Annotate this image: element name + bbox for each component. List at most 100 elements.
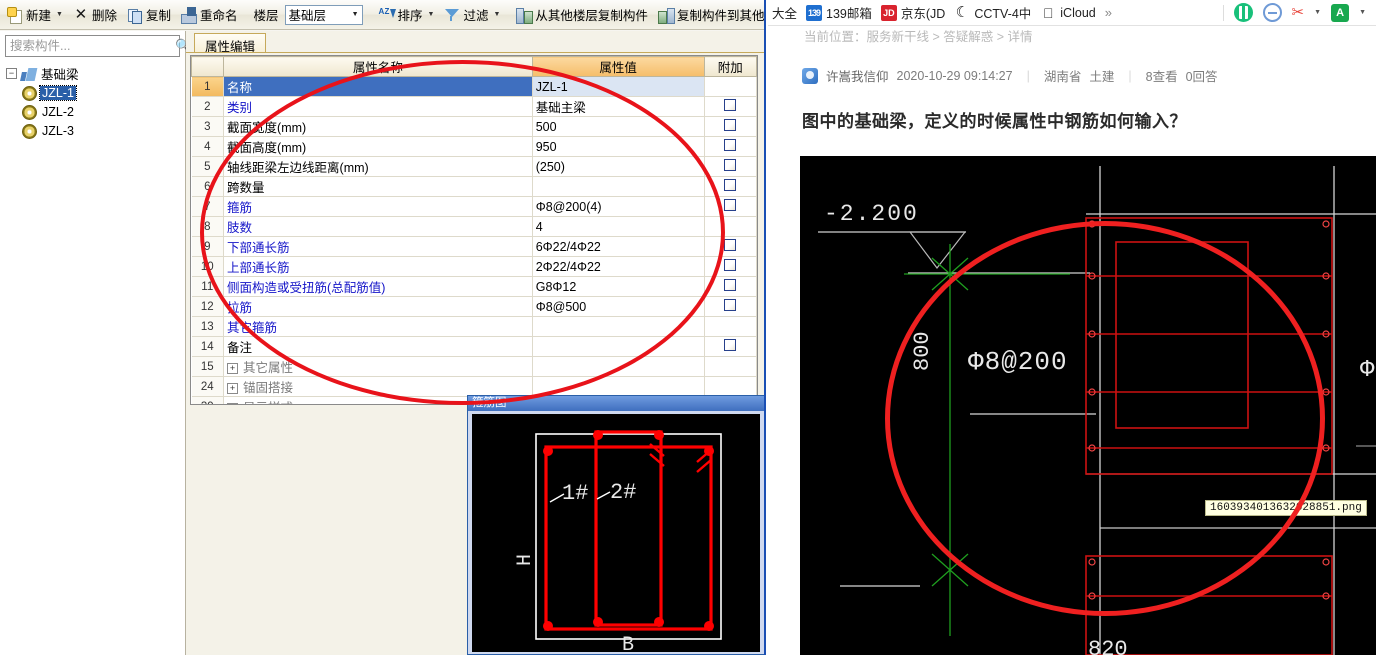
table-row[interactable]: 15 + 其它属性 bbox=[191, 356, 757, 377]
avatar[interactable] bbox=[802, 67, 818, 84]
attach-checkbox[interactable] bbox=[724, 279, 737, 291]
table-row[interactable]: 7 箍筋 Φ8@200(4) bbox=[191, 196, 757, 217]
bookmark-jd[interactable]: JD 京东(JD bbox=[880, 3, 945, 22]
copy-from-other-floor-button[interactable]: 从其他楼层复制构件 bbox=[511, 3, 653, 27]
collapse-icon[interactable]: − bbox=[6, 68, 17, 79]
table-row[interactable]: 14 备注 bbox=[191, 336, 757, 357]
table-row[interactable]: 12 拉筋 Φ8@500 bbox=[191, 296, 757, 317]
new-button[interactable]: 新建 ▼ bbox=[2, 3, 68, 27]
column-header-value[interactable]: 属性值 bbox=[531, 56, 705, 77]
search-box[interactable]: 🔍 bbox=[5, 35, 191, 57]
attach-cell[interactable] bbox=[704, 316, 757, 337]
floor-selector[interactable]: 楼层 基础层 ▼ bbox=[249, 3, 368, 27]
table-row[interactable]: 6 跨数量 bbox=[191, 176, 757, 197]
bookmark-icloud[interactable]:  iCloud bbox=[1040, 5, 1096, 21]
tree-item-jzl-2[interactable]: JZL-2 bbox=[6, 102, 185, 121]
property-value-cell[interactable]: 4 bbox=[532, 216, 705, 237]
property-value-cell[interactable] bbox=[532, 376, 705, 397]
floor-dropdown[interactable]: 基础层 ▼ bbox=[284, 4, 363, 25]
tree-item-jzl-1[interactable]: JZL-1 bbox=[6, 83, 185, 102]
attach-cell[interactable] bbox=[704, 76, 757, 97]
screenshot-scissors-icon[interactable]: ✂ bbox=[1292, 3, 1305, 22]
property-grid-container[interactable]: 属性名称 属性值 附加 1 名称 JZL-1 2 类别 基础主梁 3 截面宽度(mm) 500 4… bbox=[190, 55, 758, 405]
attach-checkbox[interactable] bbox=[724, 299, 737, 311]
attach-cell[interactable] bbox=[704, 296, 757, 317]
property-name-cell[interactable]: 其它箍筋 bbox=[223, 316, 533, 337]
attach-checkbox[interactable] bbox=[724, 259, 737, 271]
tree-item-jzl-3[interactable]: JZL-3 bbox=[6, 121, 185, 140]
property-name-cell[interactable]: 类别 bbox=[223, 96, 533, 117]
property-value-cell[interactable]: 950 bbox=[532, 136, 705, 157]
attach-checkbox[interactable] bbox=[724, 179, 737, 191]
property-name-cell[interactable]: 上部通长筋 bbox=[223, 256, 533, 277]
property-name-cell[interactable]: + 锚固搭接 bbox=[223, 376, 533, 397]
attach-cell[interactable] bbox=[704, 96, 757, 117]
attach-checkbox[interactable] bbox=[724, 119, 737, 131]
attach-cell[interactable] bbox=[704, 196, 757, 217]
property-name-cell[interactable]: 侧面构造或受扭筋(总配筋值) bbox=[223, 276, 533, 297]
table-row[interactable]: 9 下部通长筋 6Φ22/4Φ22 bbox=[191, 236, 757, 257]
property-value-cell[interactable] bbox=[532, 336, 705, 357]
property-value-cell[interactable]: 500 bbox=[532, 116, 705, 137]
attach-cell[interactable] bbox=[704, 156, 757, 177]
copy-button[interactable]: 复制 bbox=[122, 3, 176, 27]
expand-icon[interactable]: + bbox=[227, 383, 239, 395]
table-row[interactable]: 10 上部通长筋 2Φ22/4Φ22 bbox=[191, 256, 757, 277]
property-value-cell[interactable] bbox=[532, 356, 705, 377]
property-name-cell[interactable]: 肢数 bbox=[223, 216, 533, 237]
table-row[interactable]: 13 其它箍筋 bbox=[191, 316, 757, 337]
rename-button[interactable]: 重命名 bbox=[176, 3, 243, 27]
attach-cell[interactable] bbox=[704, 236, 757, 257]
attach-cell[interactable] bbox=[704, 376, 757, 397]
attach-cell[interactable] bbox=[704, 336, 757, 357]
attach-cell[interactable] bbox=[704, 356, 757, 377]
bookmarks-overflow-button[interactable]: » bbox=[1105, 5, 1112, 20]
property-value-cell[interactable]: Φ8@200(4) bbox=[532, 196, 705, 217]
table-row[interactable]: 8 肢数 4 bbox=[191, 216, 757, 237]
attach-checkbox[interactable] bbox=[724, 139, 737, 151]
property-value-cell[interactable]: 6Φ22/4Φ22 bbox=[532, 236, 705, 257]
property-name-cell[interactable]: 名称 bbox=[223, 76, 533, 97]
translate-icon[interactable]: A bbox=[1331, 3, 1350, 22]
property-value-cell[interactable]: 基础主梁 bbox=[532, 96, 705, 117]
table-row[interactable]: 3 截面宽度(mm) 500 bbox=[191, 116, 757, 137]
property-name-cell[interactable]: 下部通长筋 bbox=[223, 236, 533, 257]
attach-checkbox[interactable] bbox=[724, 159, 737, 171]
attach-cell[interactable] bbox=[704, 136, 757, 157]
property-name-cell[interactable]: 截面宽度(mm) bbox=[223, 116, 533, 137]
sort-button[interactable]: 排序 ▼ bbox=[374, 3, 440, 27]
attach-cell[interactable] bbox=[704, 176, 757, 197]
tab-property-editor[interactable]: 属性编辑 bbox=[194, 33, 267, 54]
property-value-cell[interactable]: 2Φ22/4Φ22 bbox=[532, 256, 705, 277]
property-value-cell[interactable]: G8Φ12 bbox=[532, 276, 705, 297]
attach-cell[interactable] bbox=[704, 276, 757, 297]
property-name-cell[interactable]: + 其它属性 bbox=[223, 356, 533, 377]
extension-green-book-icon[interactable] bbox=[1233, 3, 1253, 22]
filter-button[interactable]: 过滤 ▼ bbox=[439, 3, 505, 27]
property-name-cell[interactable]: 箍筋 bbox=[223, 196, 533, 217]
cad-drawing-image[interactable]: -2.200 800 Φ8@200 820 Φ 1603934013632028… bbox=[800, 156, 1376, 655]
copy-to-other-floor-button[interactable]: 复制构件到其他楼层 bbox=[653, 3, 764, 27]
expand-icon[interactable]: + bbox=[227, 363, 239, 375]
property-value-cell[interactable]: Φ8@500 bbox=[532, 296, 705, 317]
property-value-cell[interactable] bbox=[532, 316, 705, 337]
post-author[interactable]: 许嵩我信仰 bbox=[826, 66, 889, 85]
attach-checkbox[interactable] bbox=[724, 339, 737, 351]
table-row[interactable]: 24 + 锚固搭接 bbox=[191, 376, 757, 397]
bookmark-daquan[interactable]: 大全 bbox=[772, 3, 797, 22]
table-row[interactable]: 4 截面高度(mm) 950 bbox=[191, 136, 757, 157]
property-name-cell[interactable]: 轴线距梁左边线距离(mm) bbox=[223, 156, 533, 177]
breadcrumb[interactable]: 当前位置：服务新干线 > 答疑解惑 > 详情 bbox=[768, 26, 1376, 48]
attach-cell[interactable] bbox=[704, 216, 757, 237]
attach-checkbox[interactable] bbox=[724, 239, 737, 251]
table-row[interactable]: 5 轴线距梁左边线距离(mm) (250) bbox=[191, 156, 757, 177]
property-value-cell[interactable] bbox=[532, 176, 705, 197]
table-row[interactable]: 11 侧面构造或受扭筋(总配筋值) G8Φ12 bbox=[191, 276, 757, 297]
adblock-icon[interactable] bbox=[1262, 3, 1282, 22]
attach-checkbox[interactable] bbox=[724, 99, 737, 111]
column-header-name[interactable]: 属性名称 bbox=[223, 56, 533, 77]
table-row[interactable]: 2 类别 基础主梁 bbox=[191, 96, 757, 117]
property-value-cell[interactable]: (250) bbox=[532, 156, 705, 177]
property-name-cell[interactable]: 截面高度(mm) bbox=[223, 136, 533, 157]
attach-checkbox[interactable] bbox=[724, 199, 737, 211]
